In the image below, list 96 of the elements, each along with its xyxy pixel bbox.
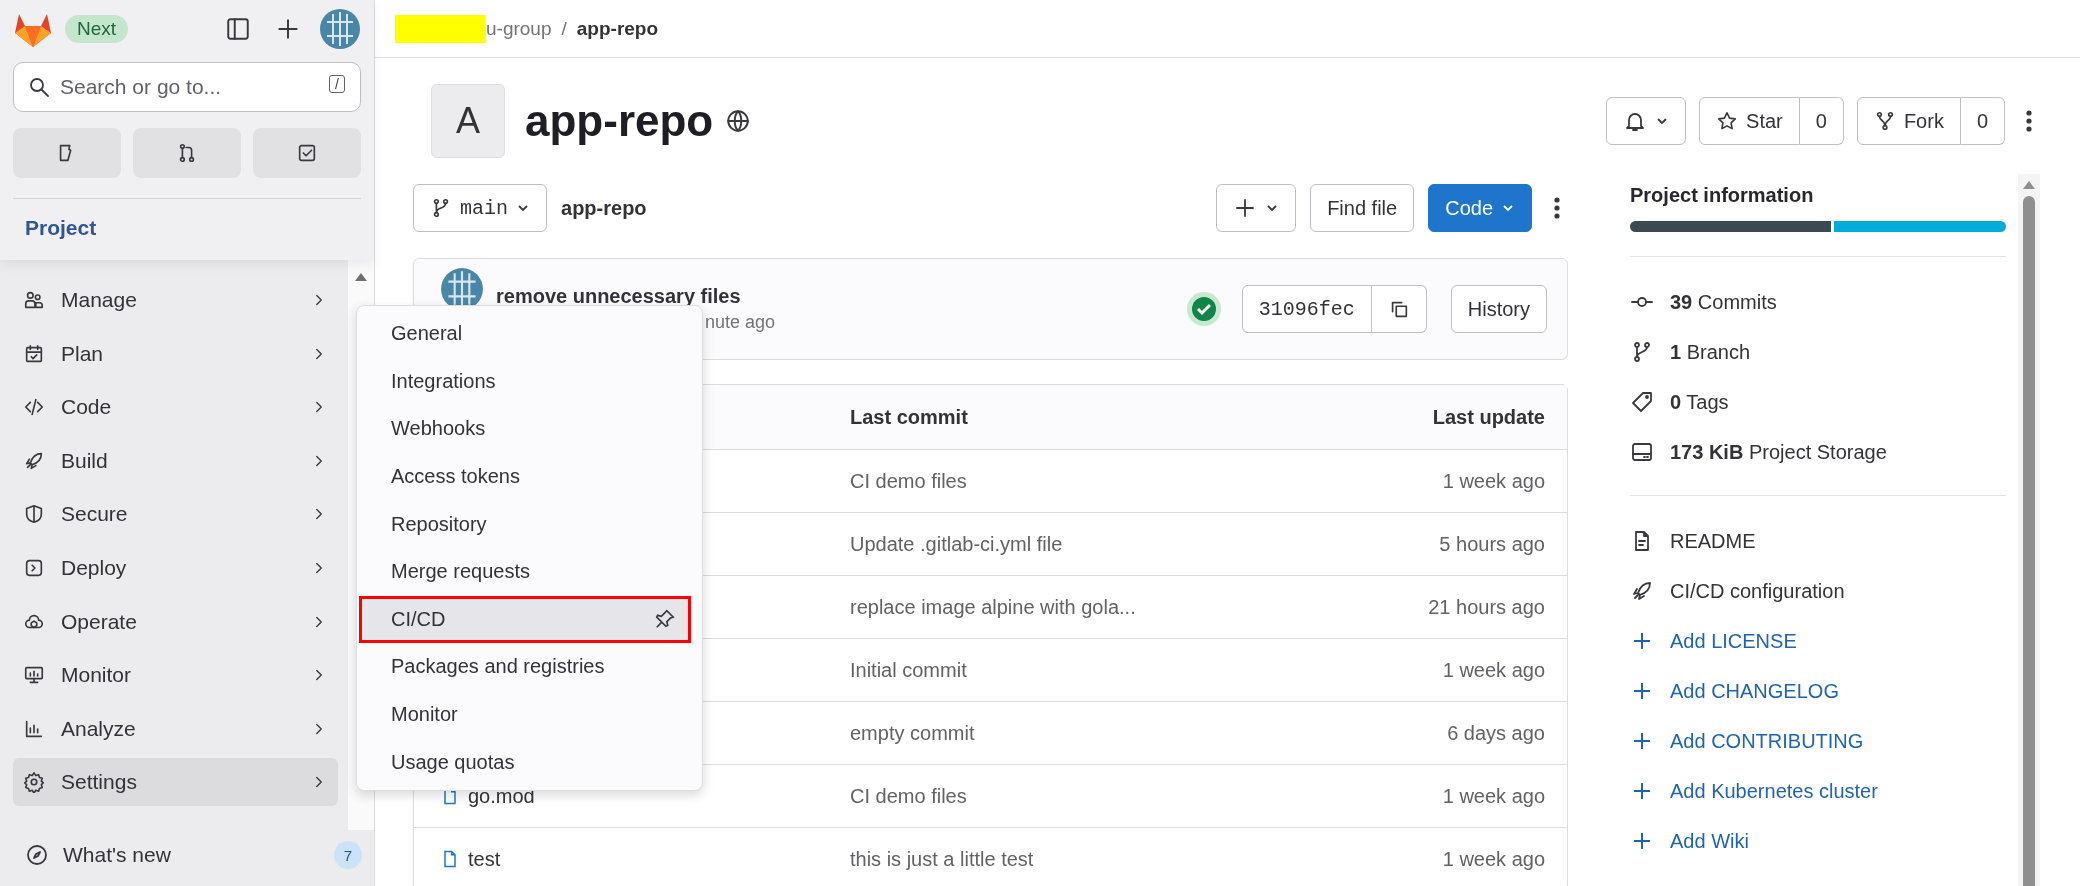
menu-item[interactable]: CI/CD <box>359 595 691 644</box>
update-time: 5 hours ago <box>1438 532 1545 556</box>
menu-item[interactable]: General <box>359 310 691 358</box>
add-file-link[interactable]: Add Kubernetes cluster <box>1630 766 2006 816</box>
add-file-link[interactable]: Add LICENSE <box>1630 616 2006 666</box>
panel-title: Project information <box>1630 184 1814 207</box>
success-icon[interactable] <box>1185 291 1222 327</box>
code-dropdown[interactable]: Code <box>1428 184 1532 232</box>
menu-item[interactable]: Repository <box>359 500 691 548</box>
shield-icon <box>23 503 45 526</box>
update-time: 1 week ago <box>1441 847 1545 871</box>
nav-item[interactable]: Monitor <box>13 651 338 700</box>
nav-item[interactable]: Build <box>13 436 338 485</box>
stat-link[interactable]: 1 Branch <box>1630 327 2006 377</box>
commit-sha-button[interactable]: 31096fec <box>1241 285 1372 333</box>
search-icon <box>27 75 51 99</box>
menu-item[interactable]: Access tokens <box>359 452 691 501</box>
star-count-button[interactable]: 0 <box>1799 97 1844 145</box>
fork-count-button[interactable]: 0 <box>1960 97 2005 145</box>
commit-link[interactable]: this is just a little test <box>850 847 1245 871</box>
checkbox-icon <box>296 142 318 164</box>
breadcrumb-link[interactable]: app-repo <box>576 17 659 40</box>
nav-item[interactable]: Manage <box>13 276 338 324</box>
commit-link[interactable]: Update .gitlab-ci.yml file <box>850 532 1245 556</box>
find-file-button[interactable]: Find file <box>1310 184 1415 232</box>
branch-dropdown[interactable]: main <box>413 184 547 232</box>
next-badge: Next <box>65 15 129 43</box>
nav-item[interactable]: Operate <box>13 597 338 646</box>
todo-button[interactable] <box>253 128 361 178</box>
menu-item[interactable]: Integrations <box>359 357 691 406</box>
star-icon <box>1716 110 1739 132</box>
commit-link[interactable]: CI demo files <box>850 469 1245 493</box>
commit-message-link[interactable]: remove unnecessary files <box>496 285 1174 308</box>
globe-icon <box>725 108 752 134</box>
commit-link[interactable]: empty commit <box>850 721 1245 745</box>
scroll-up-icon[interactable] <box>354 272 368 282</box>
rocket-icon <box>1630 579 1654 603</box>
nav-item[interactable]: Analyze <box>13 704 338 753</box>
copy-button[interactable] <box>1371 285 1427 333</box>
add-file-link[interactable]: Add CHANGELOG <box>1630 666 2006 716</box>
whats-new-link[interactable]: What's new 7 <box>0 830 374 880</box>
shortcut-key: / <box>329 75 345 93</box>
section-title: Project <box>24 215 98 241</box>
pin-icon[interactable] <box>654 608 676 631</box>
menu-item[interactable]: Usage quotas <box>359 738 691 786</box>
nav-item[interactable]: Code <box>13 383 338 432</box>
nav-item[interactable]: Secure <box>13 490 338 539</box>
compass-icon <box>25 843 49 867</box>
stat-link[interactable]: 0 Tags <box>1630 377 2006 427</box>
file-link[interactable]: CI/CD configuration <box>1630 566 2006 616</box>
add-dropdown[interactable] <box>1216 184 1297 232</box>
panel-icon <box>225 16 251 42</box>
update-time: 6 days ago <box>1446 721 1545 745</box>
tag-icon <box>1630 390 1654 414</box>
stat-link[interactable]: 173 KiB Project Storage <box>1630 427 2006 477</box>
commit-time: nute ago <box>705 312 777 333</box>
people-icon <box>23 289 45 311</box>
commit-link[interactable]: CI demo files <box>850 784 1245 808</box>
menu-item[interactable]: Packages and registries <box>359 643 691 691</box>
commit-link[interactable]: Initial commit <box>850 658 1245 682</box>
file-link[interactable]: README <box>1630 516 2006 566</box>
history-button[interactable]: History <box>1450 285 1547 333</box>
update-time: 1 week ago <box>1441 784 1545 808</box>
nav-item[interactable]: Deploy <box>13 543 338 592</box>
stat-link[interactable]: 39 Commits <box>1630 277 2006 327</box>
fork-button[interactable]: Fork <box>1856 97 1961 145</box>
nav-item[interactable]: Settings <box>13 758 338 807</box>
scroll-up-icon[interactable] <box>2022 180 2036 190</box>
avatar-icon[interactable] <box>319 8 361 50</box>
scrollbar[interactable] <box>2018 174 2040 886</box>
repo-path: app-repo <box>561 196 647 220</box>
add-file-link[interactable]: Add CONTRIBUTING <box>1630 716 2006 766</box>
project-title: app-repo <box>525 96 714 146</box>
update-time: 21 hours ago <box>1427 595 1545 619</box>
add-file-link[interactable]: Add Wiki <box>1630 816 2006 866</box>
menu-item[interactable]: Webhooks <box>359 405 691 453</box>
menu-item[interactable]: Monitor <box>359 690 691 739</box>
calendar-icon <box>23 342 45 365</box>
gear-icon <box>23 771 45 794</box>
storage-icon <box>1630 440 1654 464</box>
nav-item[interactable]: Plan <box>13 329 338 378</box>
notification-button[interactable] <box>1606 97 1687 145</box>
project-avatar: A <box>431 84 505 158</box>
column-header: Last commit <box>850 405 969 429</box>
column-header: Last update <box>1431 405 1545 429</box>
menu-item[interactable]: Merge requests <box>359 547 691 596</box>
update-time: 1 week ago <box>1441 658 1545 682</box>
update-time: 1 week ago <box>1441 469 1545 493</box>
commit-link[interactable]: replace image alpine with gola... <box>850 595 1245 619</box>
breadcrumb-link[interactable]: u-group <box>486 17 552 40</box>
file-link[interactable]: test <box>440 847 850 871</box>
breadcrumb-separator: / <box>561 17 567 40</box>
kebab-icon <box>1554 196 1560 220</box>
kebab-icon <box>2026 109 2032 133</box>
star-button[interactable]: Star <box>1699 97 1800 145</box>
count-badge: 7 <box>334 841 362 869</box>
